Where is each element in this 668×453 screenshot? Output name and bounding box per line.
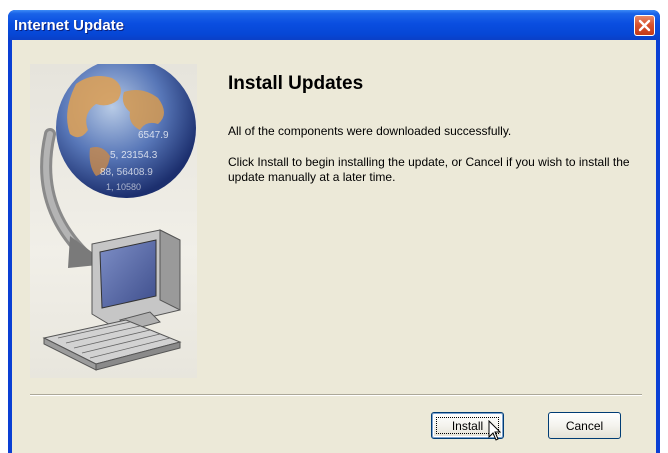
globe-computer-illustration: 6547.9 5, 23154.3 88, 56408.9 1, 10580 — [40, 64, 196, 371]
svg-text:5, 23154.3: 5, 23154.3 — [110, 150, 158, 161]
update-illustration: 6547.9 5, 23154.3 88, 56408.9 1, 10580 — [30, 64, 197, 378]
mouse-pointer-icon — [488, 420, 502, 441]
close-icon — [638, 19, 651, 32]
button-separator — [30, 394, 642, 396]
internet-update-dialog: Internet Update 6547.9 5, 23154.3 88, 56… — [8, 10, 660, 453]
title-bar[interactable]: Internet Update — [8, 10, 660, 40]
dialog-content: 6547.9 5, 23154.3 88, 56408.9 1, 10580 I… — [12, 40, 656, 453]
cancel-button[interactable]: Cancel — [548, 412, 621, 439]
download-status-text: All of the components were downloaded su… — [228, 124, 512, 138]
computer-icon — [42, 229, 182, 371]
page-title: Install Updates — [228, 73, 364, 94]
close-button[interactable] — [634, 15, 655, 36]
install-instructions-text: Click Install to begin installing the up… — [228, 155, 630, 184]
globe-icon: 6547.9 5, 23154.3 88, 56408.9 1, 10580 — [56, 64, 196, 198]
svg-text:6547.9: 6547.9 — [138, 130, 169, 141]
svg-text:88, 56408.9: 88, 56408.9 — [100, 167, 153, 178]
cancel-button-label: Cancel — [565, 418, 604, 433]
svg-text:1, 10580: 1, 10580 — [106, 182, 141, 192]
window-title: Internet Update — [14, 17, 125, 34]
